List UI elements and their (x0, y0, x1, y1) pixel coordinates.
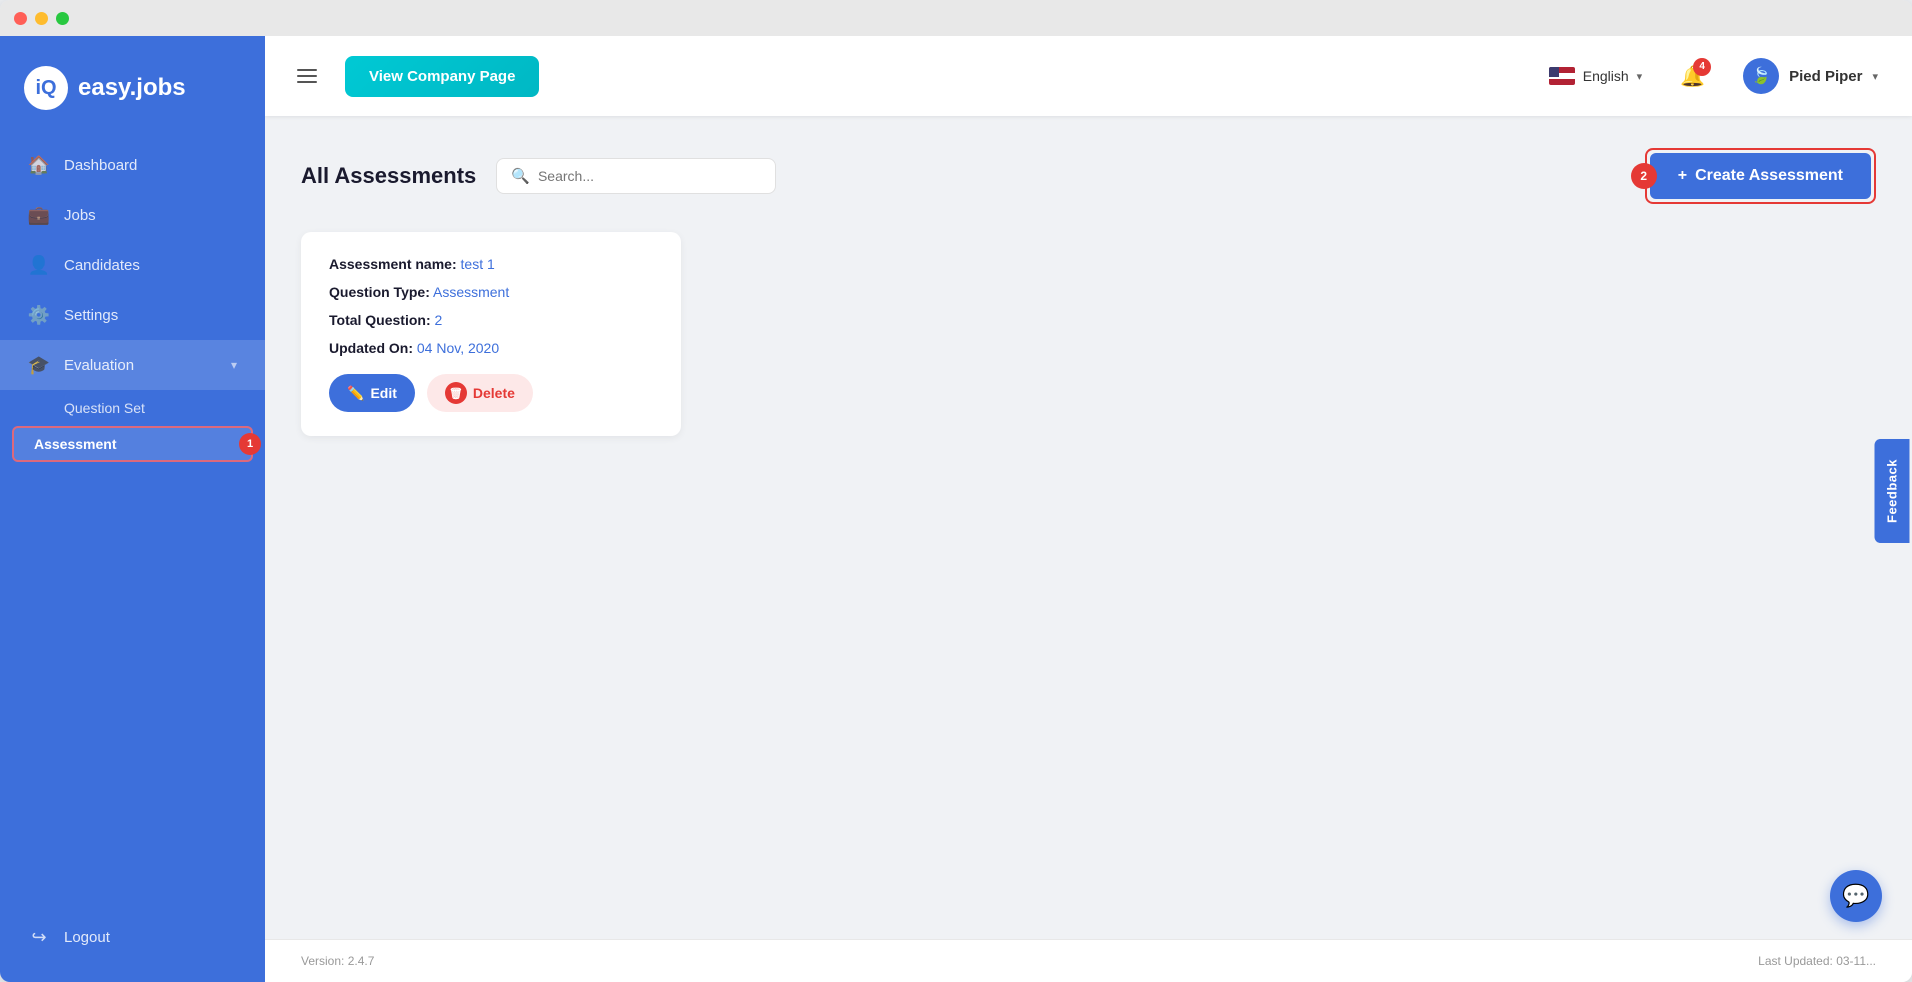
page-title: All Assessments (301, 163, 476, 189)
user-menu[interactable]: 🍃 Pied Piper ▾ (1733, 52, 1888, 100)
logout-icon: ↪ (28, 926, 50, 948)
updated-on-row: Updated On: 04 Nov, 2020 (329, 340, 653, 356)
edit-label: Edit (370, 385, 396, 401)
feedback-tab[interactable]: Feedback (1875, 439, 1910, 543)
last-updated-label: Last Updated: 03-11... (1758, 954, 1876, 968)
title-bar (0, 0, 1912, 36)
create-btn-highlight: + Create Assessment (1645, 148, 1876, 204)
sidebar: iQ easy.jobs 🏠 Dashboard 💼 Jobs 👤 Candid… (0, 36, 265, 982)
sidebar-item-dashboard[interactable]: 🏠 Dashboard (0, 140, 265, 190)
sidebar-item-label: Jobs (64, 207, 96, 224)
search-box: 🔍 (496, 158, 776, 194)
chevron-down-icon: ▾ (1872, 70, 1878, 83)
feedback-label: Feedback (1885, 459, 1900, 523)
total-question-value: 2 (435, 312, 443, 328)
search-icon: 🔍 (511, 167, 530, 185)
sidebar-item-jobs[interactable]: 💼 Jobs (0, 190, 265, 240)
create-assessment-label: Create Assessment (1695, 167, 1843, 185)
assessment-card: Assessment name: test 1 Question Type: A… (301, 232, 681, 436)
assessment-name-label: Assessment name: (329, 256, 457, 272)
sidebar-logo: iQ easy.jobs (0, 56, 265, 140)
sidebar-item-label: Evaluation (64, 357, 134, 374)
updated-on-label: Updated On: (329, 340, 413, 356)
language-selector[interactable]: English ▾ (1539, 61, 1652, 91)
view-company-button[interactable]: View Company Page (345, 56, 539, 97)
chat-icon: 💬 (1842, 883, 1869, 909)
user-name: Pied Piper (1789, 68, 1862, 85)
create-assessment-button[interactable]: + Create Assessment (1650, 153, 1871, 199)
assessment-name-value: test 1 (461, 256, 495, 272)
total-question-row: Total Question: 2 (329, 312, 653, 328)
assessment-label: Assessment (34, 436, 117, 452)
question-type-label: Question Type: (329, 284, 430, 300)
sidebar-item-label: Dashboard (64, 157, 137, 174)
create-assessment-wrapper: + Create Assessment 2 (1645, 148, 1876, 204)
sidebar-nav: 🏠 Dashboard 💼 Jobs 👤 Candidates ⚙️ Setti… (0, 140, 265, 962)
hamburger-line (297, 75, 317, 77)
notifications-badge: 4 (1693, 58, 1711, 76)
sidebar-item-evaluation[interactable]: 🎓 Evaluation ▾ (0, 340, 265, 390)
plus-icon: + (1678, 167, 1687, 185)
chat-button[interactable]: 💬 (1830, 870, 1882, 922)
close-btn[interactable] (14, 12, 27, 25)
sidebar-item-question-set[interactable]: Question Set (0, 390, 265, 426)
assessment-name-row: Assessment name: test 1 (329, 256, 653, 272)
content-area: All Assessments 🔍 + Create Assessment (265, 116, 1912, 939)
sidebar-item-assessment[interactable]: Assessment 1 (12, 426, 253, 462)
chevron-down-icon: ▾ (231, 358, 237, 372)
minimize-btn[interactable] (35, 12, 48, 25)
updated-on-value: 04 Nov, 2020 (417, 340, 499, 356)
jobs-icon: 💼 (28, 204, 50, 226)
delete-button[interactable]: 🗑 Delete (427, 374, 533, 412)
hamburger-line (297, 81, 317, 83)
hamburger-button[interactable] (289, 61, 325, 91)
page-header: All Assessments 🔍 + Create Assessment (301, 148, 1876, 204)
sidebar-item-label: Candidates (64, 257, 140, 274)
language-label: English (1583, 68, 1629, 84)
hamburger-line (297, 69, 317, 71)
logo-text: easy.jobs (78, 74, 186, 102)
notifications-button[interactable]: 🔔 4 (1672, 56, 1713, 97)
topbar: View Company Page English ▾ 🔔 4 🍃 Pied P… (265, 36, 1912, 116)
candidates-icon: 👤 (28, 254, 50, 276)
settings-icon: ⚙️ (28, 304, 50, 326)
sidebar-item-logout[interactable]: ↪ Logout (0, 912, 265, 962)
delete-label: Delete (473, 385, 515, 401)
card-actions: ✏️ Edit 🗑 Delete (329, 374, 653, 412)
assessment-step-badge: 1 (239, 433, 261, 455)
footer: Version: 2.4.7 Last Updated: 03-11... (265, 939, 1912, 982)
flag-icon (1549, 67, 1575, 85)
sidebar-item-settings[interactable]: ⚙️ Settings (0, 290, 265, 340)
question-set-label: Question Set (64, 400, 145, 416)
question-type-value: Assessment (433, 284, 509, 300)
delete-icon: 🗑 (445, 382, 467, 404)
sidebar-item-label: Settings (64, 307, 118, 324)
main-area: View Company Page English ▾ 🔔 4 🍃 Pied P… (265, 36, 1912, 982)
sidebar-logout-section: ↪ Logout (0, 892, 265, 962)
search-input[interactable] (538, 168, 761, 184)
evaluation-icon: 🎓 (28, 354, 50, 376)
avatar: 🍃 (1743, 58, 1779, 94)
version-label: Version: 2.4.7 (301, 954, 374, 968)
page-header-left: All Assessments 🔍 (301, 158, 776, 194)
maximize-btn[interactable] (56, 12, 69, 25)
edit-icon: ✏️ (347, 385, 364, 402)
question-type-row: Question Type: Assessment (329, 284, 653, 300)
home-icon: 🏠 (28, 154, 50, 176)
logo-icon: iQ (24, 66, 68, 110)
chevron-down-icon: ▾ (1637, 70, 1643, 83)
logout-label: Logout (64, 929, 110, 946)
sidebar-item-candidates[interactable]: 👤 Candidates (0, 240, 265, 290)
create-step-badge: 2 (1631, 163, 1657, 189)
total-question-label: Total Question: (329, 312, 431, 328)
edit-button[interactable]: ✏️ Edit (329, 374, 415, 412)
